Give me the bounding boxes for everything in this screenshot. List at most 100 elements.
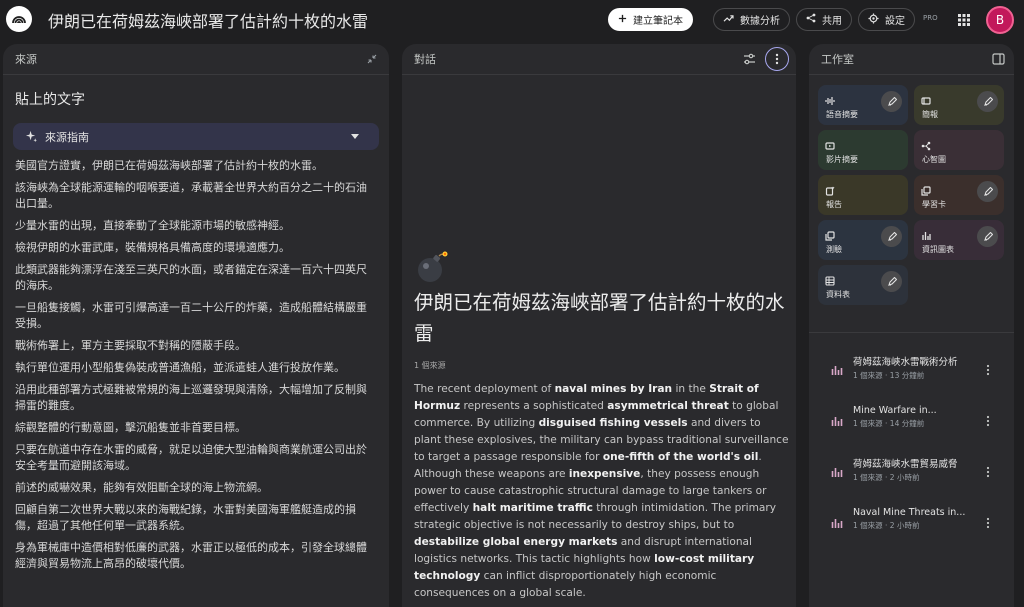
more-vert-icon[interactable] xyxy=(986,361,990,376)
more-vert-icon[interactable] xyxy=(986,463,990,478)
share-label: 共用 xyxy=(822,16,842,27)
settings-label: 設定 xyxy=(885,16,905,27)
summary-text: in the xyxy=(672,383,710,395)
avatar[interactable]: B xyxy=(986,6,1014,34)
create-notebook-button[interactable]: 建立筆記本 xyxy=(608,8,693,31)
studio-tile-label: 資訊圖表 xyxy=(922,245,954,254)
flashcards-icon xyxy=(921,181,931,196)
studio-tile[interactable]: 心智圖 xyxy=(914,130,1004,170)
infographic-icon xyxy=(831,463,843,477)
studio-tile[interactable]: 語音摘要 xyxy=(818,85,908,125)
bomb-icon xyxy=(415,250,449,284)
source-paragraph: 檢視伊朗的水雷武庫，裝備規格具備高度的環境適應力。 xyxy=(15,241,290,254)
slides-icon xyxy=(921,91,931,105)
infographic-icon xyxy=(831,412,843,426)
sources-header: 來源 xyxy=(3,44,389,75)
source-paragraph: 少量水雷的出現，直接牽動了全球能源市場的敏感神經。 xyxy=(15,219,290,232)
studio-tile-label: 報告 xyxy=(826,200,842,209)
source-paragraph: 身為軍械庫中造價相對低廉的武器，水雷正以極低的成本，引發全球總體經濟與貿易物流上… xyxy=(15,541,367,570)
studio-tile[interactable]: 簡報 xyxy=(914,85,1004,125)
side-panel-icon[interactable] xyxy=(992,53,1005,68)
top-bar: 伊朗已在荷姆茲海峽部署了估計約十枚的水雷 建立筆記本 數據分析 共用 設定 PR… xyxy=(0,0,1024,40)
edit-pencil-icon[interactable] xyxy=(881,91,902,112)
edit-pencil-icon[interactable] xyxy=(977,181,998,202)
audio-waveform-icon xyxy=(825,91,835,105)
source-paragraph: 沿用此種部署方式極難被常規的海上巡邏發現與清除，大幅增加了反制與掃雷的難度。 xyxy=(15,383,367,412)
source-paragraph: 一旦船隻接觸，水雷可引爆高達一百二十公斤的炸藥，造成船體結構嚴重受損。 xyxy=(15,301,367,330)
studio-tools-grid: 語音摘要 簡報影片摘要 心智圖報告 學習卡測驗 資訊圖表資料表 xyxy=(809,75,1014,305)
chat-title: 伊朗已在荷姆茲海峽部署了估計約十枚的水雷 xyxy=(414,291,785,345)
summary-highlight: naval mines by Iran xyxy=(554,383,673,395)
summary-highlight: inexpensive xyxy=(568,468,641,480)
source-guide-dropdown[interactable]: 來源指南 xyxy=(13,123,379,150)
apps-grid-icon[interactable] xyxy=(957,12,971,26)
share-icon xyxy=(806,13,816,26)
summary-text: represents a sophisticated xyxy=(460,400,608,412)
notebook-title[interactable]: 伊朗已在荷姆茲海峽部署了估計約十枚的水雷 xyxy=(48,8,368,32)
sources-panel: 來源 貼上的文字 來源指南 美國官方證實，伊朗已在荷姆茲海峽部署了估計約十枚的水… xyxy=(3,44,389,607)
infographic-icon xyxy=(921,226,931,240)
studio-tile-label: 學習卡 xyxy=(922,200,946,209)
trending-up-icon xyxy=(723,14,734,26)
edit-pencil-icon[interactable] xyxy=(881,226,902,247)
settings-button[interactable]: 設定 xyxy=(858,8,915,31)
gear-icon xyxy=(868,12,879,27)
pro-badge: PRO xyxy=(923,14,938,22)
source-count: 1 個來源 xyxy=(414,361,446,370)
collapse-icon[interactable] xyxy=(367,54,377,67)
list-item[interactable]: 荷姆茲海峽水雷戰術分析 1 個來源 · 13 分鐘前 xyxy=(809,347,1014,398)
summary-highlight: destabilize global energy markets xyxy=(414,536,618,548)
studio-header-label: 工作室 xyxy=(821,53,854,66)
mind-map-icon xyxy=(921,136,931,151)
source-guide-label: 來源指南 xyxy=(45,130,89,144)
studio-tile-label: 心智圖 xyxy=(922,155,946,164)
source-paragraph: 執行單位運用小型船隻偽裝成普通漁船，並派遣蛙人進行投放作業。 xyxy=(15,361,345,374)
chat-body: 伊朗已在荷姆茲海峽部署了估計約十枚的水雷 1 個來源 The recent de… xyxy=(402,75,796,607)
source-paragraph: 前述的威嚇效果，能夠有效阻斷全球的海上物流網。 xyxy=(15,481,268,494)
studio-tile[interactable]: 測驗 xyxy=(818,220,908,260)
list-item[interactable]: Mine Warfare in... 1 個來源 · 14 分鐘前 xyxy=(809,398,1014,449)
chat-header-label: 對話 xyxy=(414,53,436,66)
studio-tile[interactable]: 報告 xyxy=(818,175,908,215)
report-icon xyxy=(825,181,835,196)
more-vert-icon[interactable] xyxy=(986,514,990,529)
tune-icon[interactable] xyxy=(743,53,756,68)
share-button[interactable]: 共用 xyxy=(796,8,852,31)
edit-pencil-icon[interactable] xyxy=(977,226,998,247)
more-vert-icon[interactable] xyxy=(986,412,990,427)
analytics-label: 數據分析 xyxy=(740,16,780,27)
infographic-icon xyxy=(831,361,843,375)
video-icon xyxy=(825,136,835,150)
notebooklm-logo-icon[interactable] xyxy=(6,6,32,32)
edit-pencil-icon[interactable] xyxy=(881,271,902,292)
studio-tile-label: 影片摘要 xyxy=(826,155,858,164)
studio-tile-label: 測驗 xyxy=(826,245,842,254)
chevron-down-icon xyxy=(351,134,359,139)
source-paragraph: 該海峽為全球能源運輸的咽喉要道，承載著全世界大約百分之二十的石油出口量。 xyxy=(15,181,367,210)
edit-pencil-icon[interactable] xyxy=(977,91,998,112)
summary-highlight: halt maritime traffic xyxy=(472,502,593,514)
source-paragraph: 回顧自第二次世界大戰以來的海戰紀錄，水雷對美國海軍艦艇造成的損傷，超過了其他任何… xyxy=(15,503,356,532)
chat-panel: 對話 伊朗已在荷姆茲海峽部署了估計約十枚的水雷 1 個來源 The recent… xyxy=(402,44,796,607)
source-paragraph: 戰術佈署上，軍方主要採取不對稱的隱蔽手段。 xyxy=(15,339,246,352)
summary-highlight: disguised fishing vessels xyxy=(538,417,688,429)
studio-tile[interactable]: 資料表 xyxy=(818,265,908,305)
summary-highlight: asymmetrical threat xyxy=(607,400,729,412)
chat-summary: The recent deployment of naval mines by … xyxy=(414,381,790,602)
analytics-button[interactable]: 數據分析 xyxy=(713,8,790,31)
list-item[interactable]: Naval Mine Threats in... 1 個來源 · 2 小時前 xyxy=(809,500,1014,551)
source-paragraph: 只要在航道中存在水雷的威脅，就足以迫使大型油輪與商業航運公司出於安全考量而避開該… xyxy=(15,443,367,472)
more-vert-icon[interactable] xyxy=(765,47,789,71)
studio-panel: 工作室 語音摘要 簡報影片摘要 心智圖報告 學習卡測驗 資訊圖表資料表 荷姆茲海峽水雷戰… xyxy=(809,44,1014,607)
source-paragraph: 此類武器能夠漂浮在淺至三英尺的水面，或者錨定在深達一百六十四英尺的海床。 xyxy=(15,263,367,292)
studio-tile[interactable]: 影片摘要 xyxy=(818,130,908,170)
list-item[interactable]: 荷姆茲海峽水雷貿易威脅 1 個來源 · 2 小時前 xyxy=(809,449,1014,500)
source-content: 美國官方證實，伊朗已在荷姆茲海峽部署了估計約十枚的水雷。該海峽為全球能源運輸的咽… xyxy=(3,150,389,572)
plus-icon xyxy=(618,14,627,26)
studio-tile[interactable]: 資訊圖表 xyxy=(914,220,1004,260)
sparkle-icon xyxy=(25,130,38,143)
source-paragraph: 美國官方證實，伊朗已在荷姆茲海峽部署了估計約十枚的水雷。 xyxy=(15,159,323,172)
infographic-icon xyxy=(831,514,843,528)
quiz-icon xyxy=(825,226,835,241)
studio-tile[interactable]: 學習卡 xyxy=(914,175,1004,215)
